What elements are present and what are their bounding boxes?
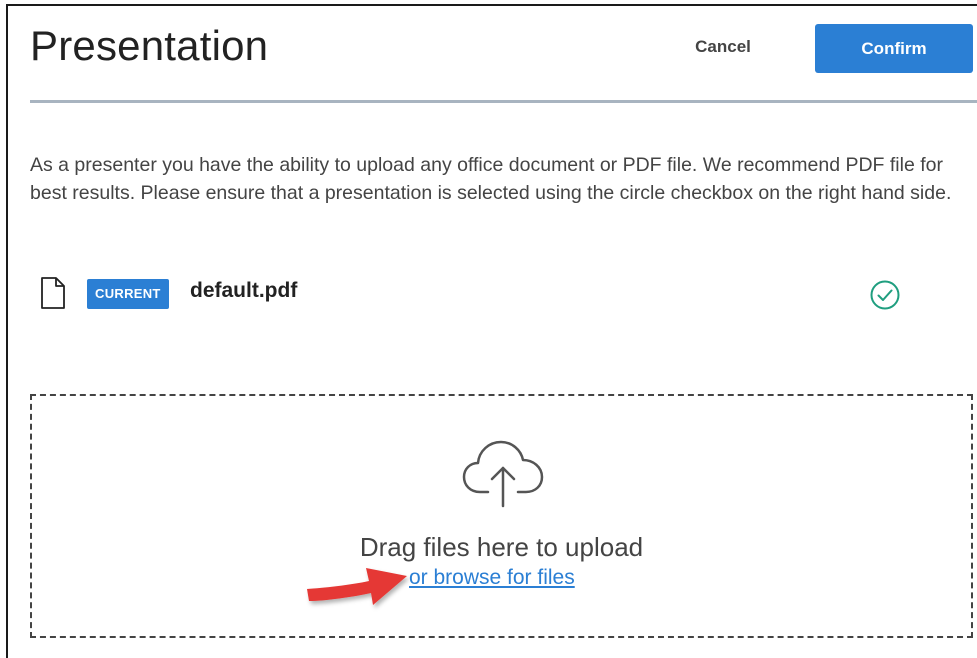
- header-divider: [30, 100, 977, 103]
- red-arrow-annotation: [307, 568, 407, 605]
- current-badge: CURRENT: [87, 279, 169, 309]
- file-dropzone[interactable]: Drag files here to upload or browse for …: [30, 394, 973, 638]
- browse-files-link[interactable]: or browse for files: [409, 566, 575, 590]
- file-name: default.pdf: [190, 279, 298, 302]
- file-icon: [41, 277, 65, 309]
- file-list-item: CURRENT default.pdf: [40, 275, 940, 315]
- upload-description: As a presenter you have the ability to u…: [30, 154, 952, 204]
- page-title: Presentation: [30, 22, 269, 69]
- cancel-button[interactable]: Cancel: [680, 32, 766, 62]
- check-circle-icon[interactable]: [869, 279, 901, 311]
- cloud-upload-icon: [462, 440, 544, 508]
- drag-files-text: Drag files here to upload: [359, 532, 644, 562]
- confirm-button[interactable]: Confirm: [815, 24, 973, 73]
